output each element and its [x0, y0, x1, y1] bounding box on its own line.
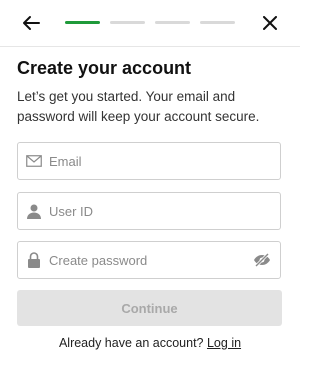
login-link[interactable]: Log in	[207, 336, 241, 350]
close-icon[interactable]	[258, 11, 282, 35]
page-title: Create your account	[17, 58, 192, 78]
login-prompt: Already have an account?	[58, 336, 204, 350]
password-input[interactable]	[49, 242, 252, 278]
eye-slash-icon[interactable]	[252, 250, 272, 270]
user-id-input[interactable]	[49, 193, 280, 229]
envelope-icon	[26, 153, 42, 169]
page-subtitle: Let’s get you started. Your email and pa…	[17, 89, 260, 124]
user-id-field[interactable]	[17, 192, 281, 230]
progress-step-4	[200, 21, 235, 24]
progress-step-1	[65, 21, 100, 24]
progress-steps	[65, 21, 235, 24]
lock-icon	[26, 252, 42, 268]
progress-step-2	[110, 21, 145, 24]
email-input[interactable]	[49, 143, 280, 179]
arrow-left-icon[interactable]	[19, 11, 43, 35]
progress-step-3	[155, 21, 190, 24]
login-prompt-row: Already have an account? Log in	[0, 336, 300, 350]
email-field[interactable]	[17, 142, 281, 180]
top-bar	[0, 0, 300, 47]
password-field[interactable]	[17, 241, 281, 279]
continue-button[interactable]: Continue	[17, 290, 282, 326]
person-icon	[26, 203, 42, 219]
